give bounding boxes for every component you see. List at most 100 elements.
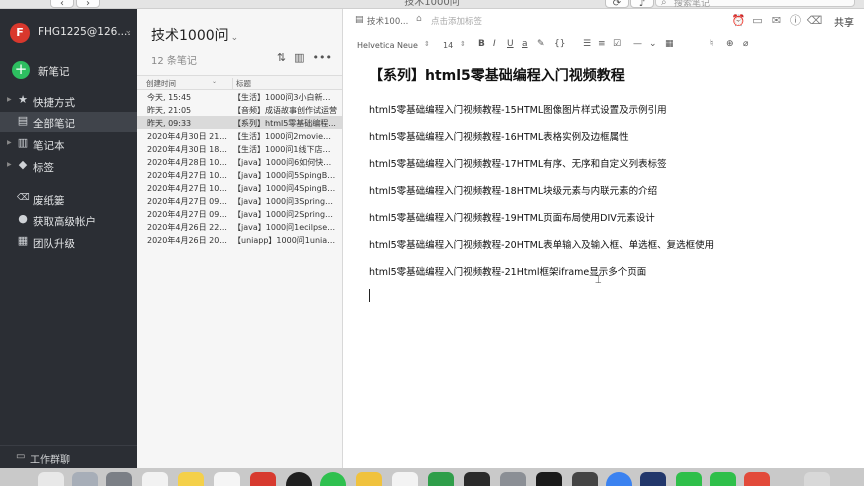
note-list-row[interactable]: 2020年4月27日 10... 【java】1000问5SpingBoo... <box>137 168 342 181</box>
info-icon[interactable]: ⓘ <box>786 12 805 28</box>
music-app-icon[interactable] <box>250 472 276 486</box>
sidebar-item-all-notes[interactable]: ▤ 全部笔记 <box>0 112 137 132</box>
work-chat-button[interactable]: ▭ 工作群聊 <box>0 445 137 468</box>
divider-icon[interactable]: — <box>633 39 642 49</box>
bold-icon[interactable]: B <box>478 39 485 49</box>
notebook-icon: ▥ <box>17 136 29 149</box>
evernote-icon[interactable] <box>428 472 454 486</box>
trash-bin-icon[interactable] <box>804 472 830 486</box>
table-icon[interactable]: ▦ <box>665 39 674 49</box>
app-red-icon[interactable] <box>744 472 770 486</box>
insert-icon[interactable]: ⊕ <box>726 39 734 49</box>
note-created-date: 2020年4月26日 22... <box>147 223 227 232</box>
paragraph[interactable]: html5零基础编程入门视频教程-21Html框架iframe显示多个页面 <box>369 264 646 278</box>
note-list-row[interactable]: 2020年4月26日 22... 【java】1000问1ecilpse如... <box>137 220 342 233</box>
finder-icon[interactable] <box>38 472 64 486</box>
note-created-date: 昨天, 09:33 <box>147 119 192 128</box>
phpstorm-icon[interactable] <box>640 472 666 486</box>
note-list-row[interactable]: 今天, 15:45 【生活】1000问3小白新手... <box>137 90 342 103</box>
note-list-row[interactable]: 2020年4月27日 10... 【java】1000问4SpingBoo... <box>137 181 342 194</box>
activity-button[interactable]: ♪ <box>630 0 654 8</box>
present-icon[interactable]: ▭ <box>748 14 767 27</box>
disclosure-arrow-icon[interactable]: ▶ <box>7 139 12 146</box>
system-preferences-icon[interactable] <box>106 472 132 486</box>
paragraph[interactable]: html5零基础编程入门视频教程-15HTML图像图片样式设置及示例引用 <box>369 102 667 116</box>
underline-icon[interactable]: U <box>507 39 514 49</box>
trash-icon[interactable]: ⌫ <box>805 14 824 27</box>
chevron-updown-icon[interactable]: ⇕ <box>424 40 430 48</box>
app-green-icon[interactable] <box>676 472 702 486</box>
qq-icon[interactable] <box>286 472 312 486</box>
bullet-list-icon[interactable]: ☰ <box>583 39 591 49</box>
search-input[interactable]: ⌕ 搜索笔记 <box>655 0 855 9</box>
note-list-row[interactable]: 2020年4月30日 21... 【生活】1000问2movie如... <box>137 129 342 142</box>
new-note-button[interactable]: + 新笔记 <box>10 61 130 81</box>
sidebar-item-label: 标签 <box>33 162 54 174</box>
app-green-2-icon[interactable] <box>710 472 736 486</box>
note-list-row[interactable]: 2020年4月28日 10... 【java】1000问6如何快速... <box>137 155 342 168</box>
sidebar-item-tags[interactable]: ▶ ◆ 标签 <box>0 156 137 176</box>
sublime-icon[interactable] <box>500 472 526 486</box>
font-selector[interactable]: Helvetica Neue <box>357 41 418 50</box>
note-list-row[interactable]: 2020年4月26日 20... 【uniapp】1000问1uniapp... <box>137 233 342 246</box>
paragraph[interactable]: html5零基础编程入门视频教程-19HTML页面布局使用DIV元素设计 <box>369 210 655 224</box>
chat-icon[interactable]: ✉ <box>767 14 786 27</box>
attachment-icon[interactable]: ⌀ <box>743 39 748 49</box>
calendar-icon[interactable] <box>214 472 240 486</box>
sidebar-item-team-upgrade[interactable]: ▦ 团队升级 <box>0 232 137 252</box>
note-list-row[interactable]: 昨天, 09:33 【系列】html5零基础编程... <box>137 116 342 129</box>
code-block-icon[interactable]: {} <box>554 39 565 49</box>
text-color-icon[interactable]: a <box>522 39 528 49</box>
note-content[interactable]: 【系列】html5零基础编程入门视频教程 html5零基础编程入门视频教程-15… <box>369 65 849 302</box>
more-icon[interactable]: ⌄ <box>649 39 657 49</box>
chevron-updown-icon[interactable]: ⇕ <box>460 40 466 48</box>
share-button[interactable]: 共享 <box>834 14 854 29</box>
italic-icon[interactable]: I <box>493 39 496 49</box>
font-size-selector[interactable]: 14 <box>443 41 453 50</box>
disclosure-arrow-icon[interactable]: ▶ <box>7 96 12 103</box>
sidebar-item-label: 废纸篓 <box>33 195 65 207</box>
notes-app-icon[interactable] <box>178 472 204 486</box>
paragraph[interactable]: html5零基础编程入门视频教程-17HTML有序、无序和自定义列表标签 <box>369 156 667 170</box>
notebook-title-dropdown[interactable]: 技术1000问 ⌄ <box>151 25 238 45</box>
column-title[interactable]: 标题 <box>232 78 251 89</box>
terminal-like-icon[interactable] <box>464 472 490 486</box>
monitor-icon[interactable] <box>572 472 598 486</box>
sidebar-item-premium[interactable]: ● 获取高级帐户 <box>0 210 137 230</box>
note-list-row[interactable]: 昨天, 21:05 【音频】成语故事创作试运营 <box>137 103 342 116</box>
more-icon[interactable]: ••• <box>313 51 332 64</box>
paragraph[interactable]: html5零基础编程入门视频教程-18HTML块级元素与内联元素的介绍 <box>369 183 657 197</box>
app-icon[interactable] <box>392 472 418 486</box>
chevron-down-icon[interactable]: ⌄ <box>212 78 217 85</box>
sidebar-item-notebooks[interactable]: ▶ ▥ 笔记本 <box>0 134 137 154</box>
sidebar-item-trash[interactable]: ⌫ 废纸篓 <box>0 189 137 209</box>
disclosure-arrow-icon[interactable]: ▶ <box>7 161 12 168</box>
note-list-row[interactable]: 2020年4月27日 09... 【java】1000问2SpringBoo... <box>137 207 342 220</box>
reminder-icon[interactable]: ⏰ <box>729 14 748 27</box>
search-placeholder: 搜索笔记 <box>674 0 711 9</box>
numbered-list-icon[interactable]: ≡ <box>598 39 606 49</box>
terminal-icon[interactable] <box>536 472 562 486</box>
sync-button[interactable]: ⟳ <box>605 0 629 8</box>
sort-icon[interactable]: ⇅ <box>277 51 286 64</box>
checklist-icon[interactable]: ☑ <box>613 39 621 49</box>
tag-input[interactable]: 点击添加标签 <box>431 15 482 27</box>
launchpad-icon[interactable] <box>72 472 98 486</box>
paragraph[interactable]: html5零基础编程入门视频教程-20HTML表单输入及输入框、单选框、复选框使… <box>369 237 714 251</box>
note-title[interactable]: 【系列】html5零基础编程入门视频教程 <box>369 65 849 87</box>
microphone-icon[interactable]: ♮ <box>710 39 713 49</box>
contacts-icon[interactable] <box>142 472 168 486</box>
view-options-icon[interactable]: ▥ <box>294 51 304 64</box>
paragraph[interactable]: html5零基础编程入门视频教程-16HTML表格实例及边框属性 <box>369 129 629 143</box>
note-list-row[interactable]: 2020年4月30日 18... 【生活】1000问1线下店铺... <box>137 142 342 155</box>
note-list-row[interactable]: 2020年4月27日 09... 【java】1000问3SpringBoo... <box>137 194 342 207</box>
pencil-app-icon[interactable] <box>356 472 382 486</box>
sidebar-item-shortcuts[interactable]: ▶ ★ 快捷方式 <box>0 91 137 111</box>
chrome-icon[interactable] <box>606 472 632 486</box>
highlight-icon[interactable]: ✎ <box>537 39 545 49</box>
column-created[interactable]: 创建时间 <box>146 78 176 89</box>
account-switcher[interactable]: F FHG1225@126.... ⌄ <box>10 23 132 43</box>
wechat-icon[interactable] <box>320 472 346 486</box>
note-notebook-selector[interactable]: 技术100... <box>367 15 408 27</box>
star-icon: ★ <box>18 93 28 106</box>
